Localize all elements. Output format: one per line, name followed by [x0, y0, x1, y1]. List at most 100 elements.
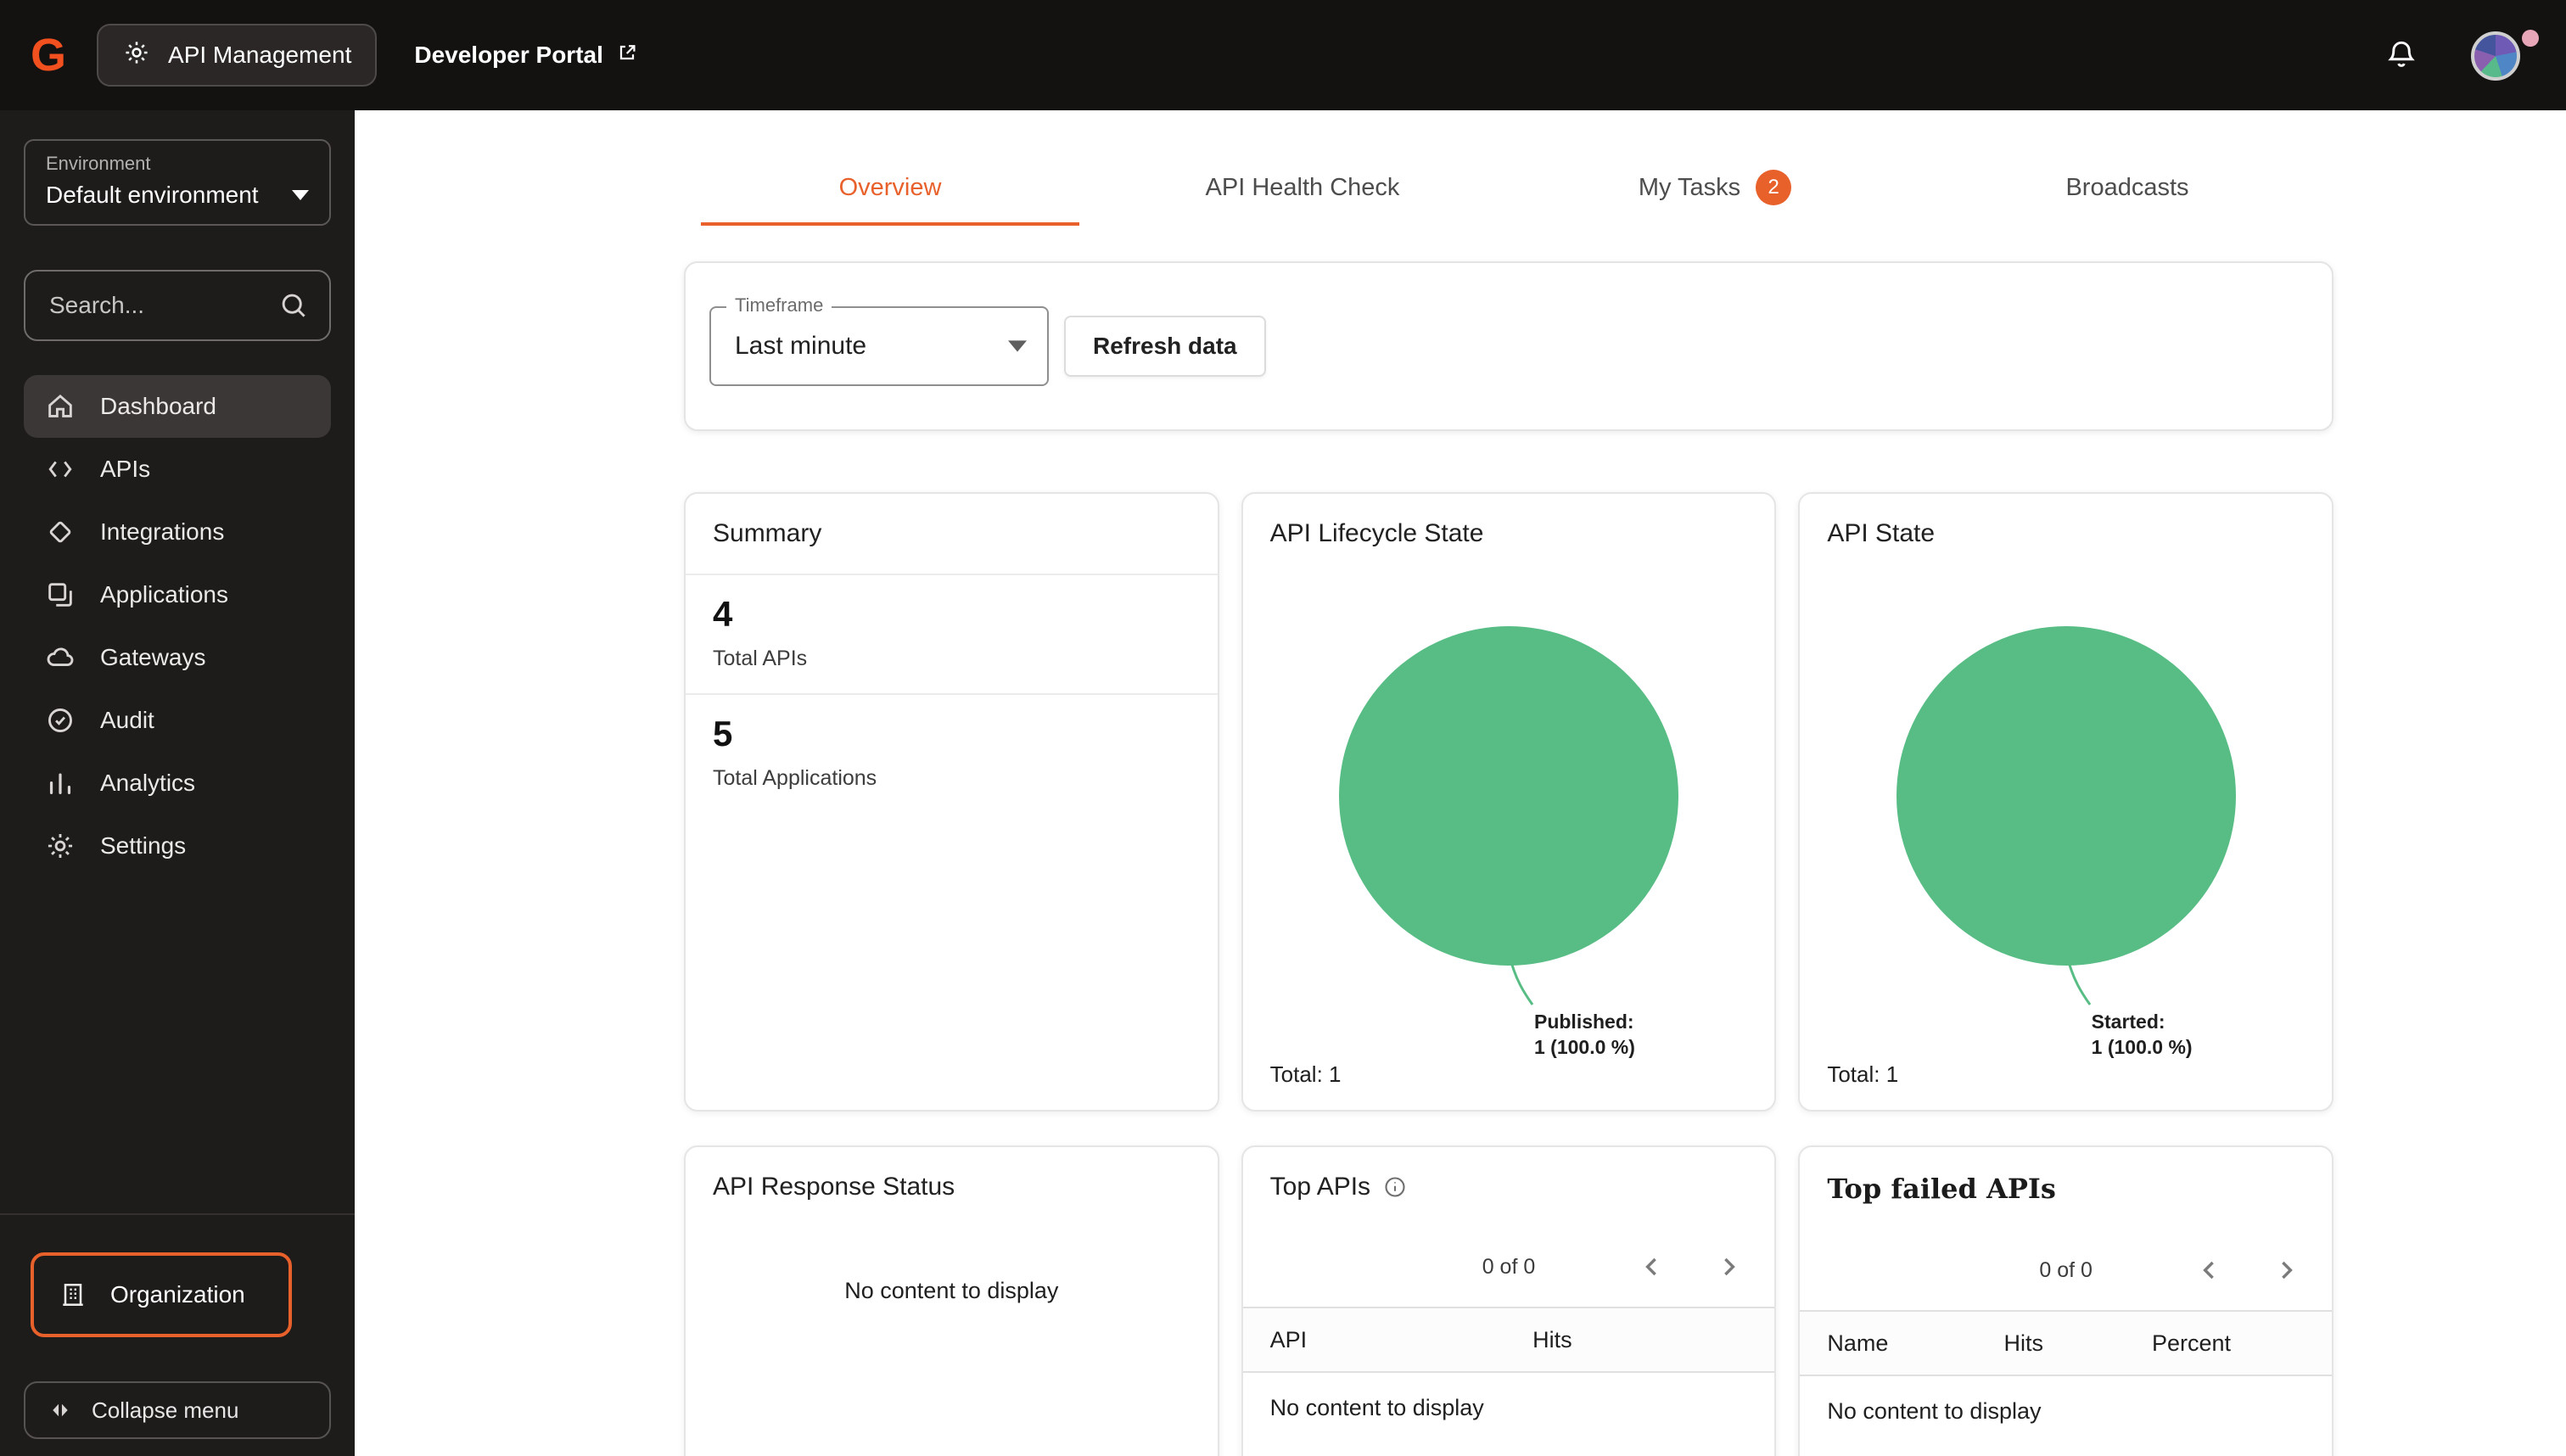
chevron-left-icon[interactable] — [2193, 1253, 2227, 1287]
cards-row-1: Summary 4 Total APIs 5 Total Application… — [684, 492, 2333, 1112]
sidebar-item-label: Integrations — [100, 518, 224, 546]
api-response-status-card: API Response Status No content to displa… — [684, 1145, 1219, 1456]
tab-label: API Health Check — [1206, 174, 1400, 202]
collapse-menu-button[interactable]: Collapse menu — [24, 1381, 331, 1439]
pie-callout-line — [1504, 959, 1538, 1006]
empty-state-text: No content to display — [1800, 1376, 2332, 1447]
environment-label: Environment — [46, 153, 309, 175]
chevron-right-icon[interactable] — [1712, 1250, 1745, 1284]
tab-overview[interactable]: Overview — [684, 149, 1096, 226]
card-title: API Lifecycle State — [1243, 494, 1775, 574]
timeframe-select[interactable]: Timeframe Last minute — [709, 306, 1049, 386]
empty-state-text: No content to display — [686, 1278, 1218, 1304]
stat-label: Total Applications — [713, 766, 1191, 791]
column-header-hits: Hits — [2004, 1330, 2152, 1357]
sidebar-item-integrations[interactable]: Integrations — [24, 501, 331, 563]
caret-down-icon — [292, 190, 309, 200]
organization-building-icon — [58, 1280, 88, 1310]
developer-portal-link[interactable]: Developer Portal — [414, 41, 639, 70]
sidebar-item-label: Audit — [100, 707, 154, 734]
api-state-card: API State Started: 1 (100.0 %) Total: 1 — [1798, 492, 2333, 1112]
api-lifecycle-state-card: API Lifecycle State Published: 1 (100.0 … — [1241, 492, 1777, 1112]
search-icon — [278, 290, 309, 321]
app-switcher-button[interactable]: API Management — [97, 24, 377, 87]
pie-callout-line — [2061, 959, 2095, 1006]
pie-callout-label: Started: 1 (100.0 %) — [2092, 1010, 2193, 1061]
external-link-icon — [615, 41, 639, 70]
tab-broadcasts[interactable]: Broadcasts — [1921, 149, 2333, 226]
stat-value: 4 — [713, 594, 1191, 635]
home-icon — [44, 390, 76, 423]
main-content: Overview API Health Check My Tasks 2 Bro… — [355, 110, 2566, 1456]
search-input[interactable] — [46, 290, 278, 321]
sidebar-item-label: APIs — [100, 456, 150, 483]
sidebar-item-settings[interactable]: Settings — [24, 815, 331, 877]
sidebar-item-audit[interactable]: Audit — [24, 689, 331, 752]
sidebar-item-applications[interactable]: Applications — [24, 563, 331, 626]
api-brackets-icon — [44, 453, 76, 485]
table-header: Name Hits Percent — [1800, 1310, 2332, 1376]
total-applications-stat: 5 Total Applications — [686, 695, 1218, 813]
gear-icon — [122, 38, 151, 73]
chevron-right-icon[interactable] — [2269, 1253, 2303, 1287]
my-tasks-badge: 2 — [1756, 170, 1791, 205]
audit-check-icon — [44, 704, 76, 736]
sidebar: Environment Default environment Dashboar… — [0, 110, 355, 1456]
applications-icon — [44, 579, 76, 611]
collapse-arrows-icon — [48, 1397, 73, 1423]
table-header: API Hits — [1243, 1307, 1775, 1373]
top-failed-apis-card: Top failed APIs 0 of 0 Name Hits Percent — [1798, 1145, 2333, 1456]
cloud-gateway-icon — [44, 641, 76, 674]
stat-value: 5 — [713, 714, 1191, 754]
card-title: API Response Status — [686, 1147, 1218, 1227]
notifications-bell-icon[interactable] — [2383, 36, 2420, 74]
sidebar-search[interactable] — [24, 270, 331, 341]
dashboard-tabs: Overview API Health Check My Tasks 2 Bro… — [684, 149, 2333, 226]
sidebar-nav: Dashboard APIs Integrations Applications… — [24, 375, 331, 877]
sidebar-item-gateways[interactable]: Gateways — [24, 626, 331, 689]
column-header-api: API — [1270, 1327, 1532, 1353]
column-header-hits: Hits — [1532, 1327, 1747, 1353]
card-title: Top failed APIs — [1827, 1173, 2056, 1205]
sidebar-item-analytics[interactable]: Analytics — [24, 752, 331, 815]
total-apis-stat: 4 Total APIs — [686, 575, 1218, 693]
card-title: Top APIs — [1270, 1173, 1370, 1201]
refresh-data-button[interactable]: Refresh data — [1064, 316, 1266, 377]
user-menu[interactable] — [2471, 26, 2529, 84]
avatar[interactable] — [2471, 31, 2520, 81]
timeframe-select-label: Timeframe — [726, 294, 832, 316]
stat-label: Total APIs — [713, 647, 1191, 671]
tab-label: Overview — [839, 174, 942, 202]
gear-icon — [44, 830, 76, 862]
environment-selector[interactable]: Environment Default environment — [24, 139, 331, 226]
sidebar-item-label: Applications — [100, 581, 228, 608]
column-header-name: Name — [1827, 1330, 2003, 1357]
environment-value: Default environment — [46, 182, 259, 209]
column-header-percent: Percent — [2152, 1330, 2305, 1357]
developer-portal-label: Developer Portal — [414, 42, 603, 69]
status-dot — [2522, 30, 2539, 47]
pagination-bar: 0 of 0 — [1800, 1230, 2332, 1310]
chevron-left-icon[interactable] — [1635, 1250, 1669, 1284]
sidebar-item-dashboard[interactable]: Dashboard — [24, 375, 331, 438]
tab-api-health-check[interactable]: API Health Check — [1096, 149, 1509, 226]
organization-label: Organization — [110, 1281, 245, 1308]
tab-label: My Tasks — [1639, 174, 1740, 202]
topbar: G API Management Developer Portal — [0, 0, 2566, 110]
sidebar-item-apis[interactable]: APIs — [24, 438, 331, 501]
card-title: API State — [1800, 494, 2332, 574]
lifecycle-pie-chart[interactable] — [1339, 626, 1678, 966]
bar-chart-icon — [44, 767, 76, 799]
collapse-menu-label: Collapse menu — [92, 1397, 238, 1424]
sidebar-item-label: Dashboard — [100, 393, 216, 420]
tab-label: Broadcasts — [2065, 174, 2188, 202]
cards-row-2: API Response Status No content to displa… — [684, 1145, 2333, 1456]
api-state-pie-chart[interactable] — [1896, 626, 2236, 966]
summary-card: Summary 4 Total APIs 5 Total Application… — [684, 492, 1219, 1112]
tab-my-tasks[interactable]: My Tasks 2 — [1509, 149, 1921, 226]
organization-button[interactable]: Organization — [31, 1252, 292, 1337]
info-icon[interactable] — [1382, 1174, 1408, 1200]
empty-state-text: No content to display — [1243, 1373, 1775, 1443]
timeframe-toolbar: Timeframe Last minute Refresh data — [684, 261, 2333, 431]
timeframe-select-value: Last minute — [735, 332, 1008, 361]
